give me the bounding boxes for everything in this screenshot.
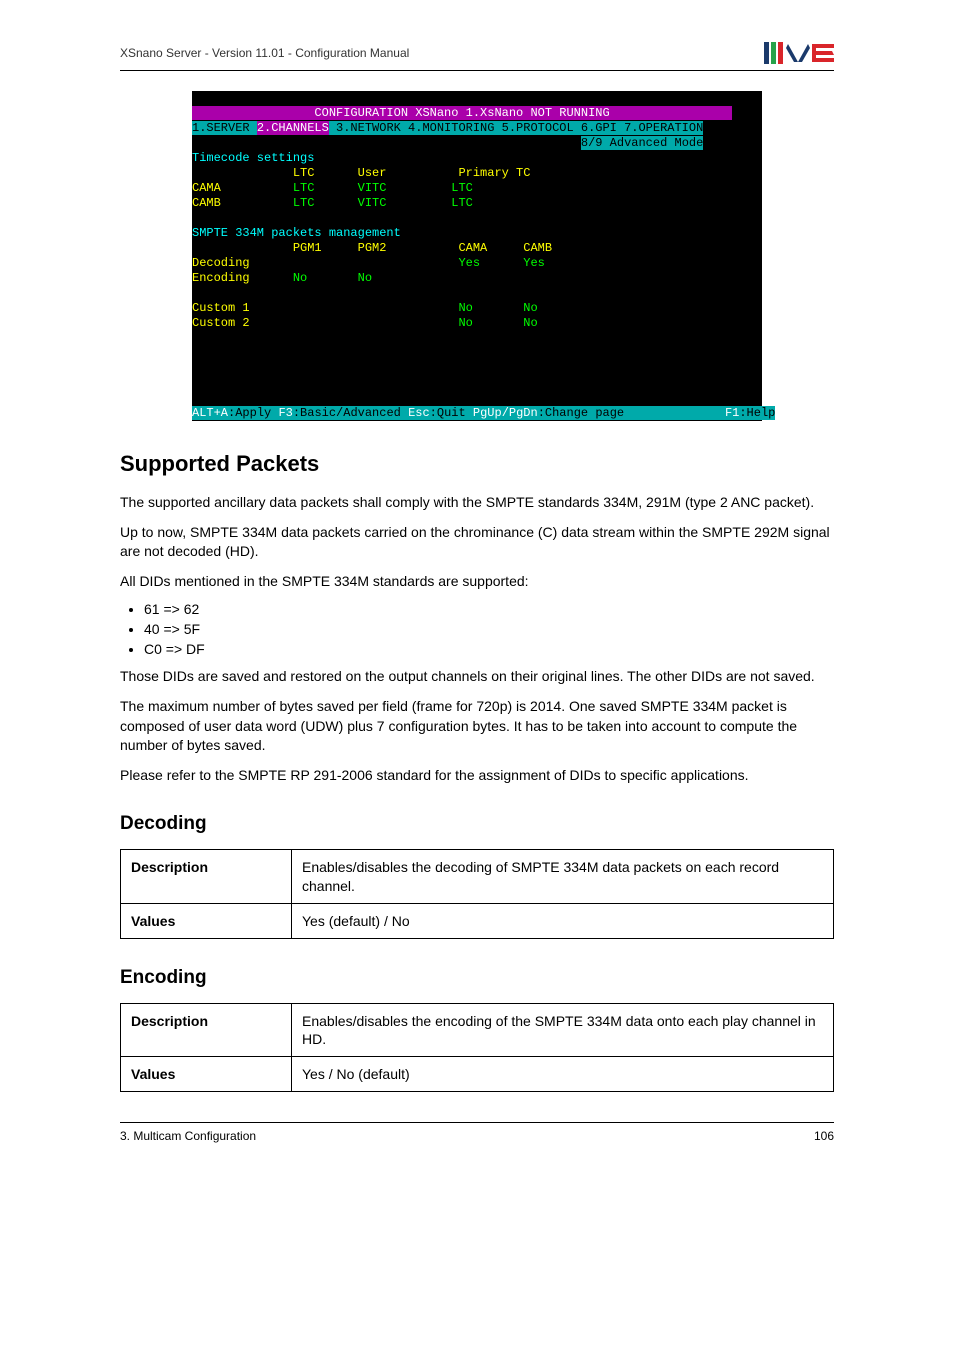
terminal-mode-row: 8/9 Advanced Mode (192, 136, 703, 150)
footer-page-number: 106 (814, 1129, 834, 1143)
page-footer: 3. Multicam Configuration 106 (120, 1122, 834, 1143)
smpte-decoding: Decoding Yes Yes (192, 256, 545, 270)
encoding-values-label: Values (121, 1057, 292, 1092)
header-title: XSnano Server - Version 11.01 - Configur… (120, 46, 409, 60)
supported-p2: Up to now, SMPTE 334M data packets carri… (120, 523, 834, 562)
supported-p4: Those DIDs are saved and restored on the… (120, 667, 834, 687)
terminal-tabs: 1.SERVER 2.CHANNELS 3.NETWORK 4.MONITORI… (192, 121, 703, 135)
tc-row-cama: CAMA LTC VITC LTC (192, 181, 473, 195)
tc-heading: Timecode settings (192, 151, 314, 165)
decoding-desc-value: Enables/disables the decoding of SMPTE 3… (292, 850, 834, 903)
page-header: XSnano Server - Version 11.01 - Configur… (120, 40, 834, 71)
did-item-1: 61 => 62 (144, 601, 834, 617)
decoding-desc-label: Description (121, 850, 292, 903)
smpte-heading: SMPTE 334M packets management (192, 226, 401, 240)
supported-packets-heading: Supported Packets (120, 451, 834, 477)
smpte-custom1: Custom 1 No No (192, 301, 538, 315)
smpte-custom2: Custom 2 No No (192, 316, 538, 330)
footer-section: 3. Multicam Configuration (120, 1129, 256, 1143)
did-item-3: C0 => DF (144, 641, 834, 657)
decoding-values-label: Values (121, 903, 292, 938)
encoding-desc-label: Description (121, 1003, 292, 1056)
did-item-2: 40 => 5F (144, 621, 834, 637)
supported-p5: The maximum number of bytes saved per fi… (120, 697, 834, 756)
encoding-desc-value: Enables/disables the encoding of the SMP… (292, 1003, 834, 1056)
smpte-cols: PGM1 PGM2 CAMA CAMB (192, 241, 552, 255)
terminal-title: CONFIGURATION XSNano 1.XsNano NOT RUNNIN… (192, 106, 732, 120)
did-list: 61 => 62 40 => 5F C0 => DF (120, 601, 834, 657)
encoding-table: Description Enables/disables the encodin… (120, 1003, 834, 1093)
tab-channels: 2.CHANNELS (257, 121, 329, 135)
encoding-values-value: Yes / No (default) (292, 1057, 834, 1092)
decoding-values-value: Yes (default) / No (292, 903, 834, 938)
decoding-heading: Decoding (120, 813, 834, 835)
evs-logo-svg (764, 40, 834, 66)
supported-p3: All DIDs mentioned in the SMPTE 334M sta… (120, 572, 834, 592)
decoding-table: Description Enables/disables the decodin… (120, 849, 834, 939)
supported-p6: Please refer to the SMPTE RP 291-2006 st… (120, 766, 834, 786)
supported-p1: The supported ancillary data packets sha… (120, 493, 834, 513)
evs-logo (764, 40, 834, 66)
tc-cols: LTC User Primary TC (192, 166, 530, 180)
encoding-heading: Encoding (120, 967, 834, 989)
terminal-screenshot: CONFIGURATION XSNano 1.XsNano NOT RUNNIN… (192, 91, 762, 421)
terminal-statusbar: ALT+A:Apply F3:Basic/Advanced Esc:Quit P… (192, 406, 775, 420)
smpte-encoding: Encoding No No (192, 271, 372, 285)
tc-row-camb: CAMB LTC VITC LTC (192, 196, 473, 210)
